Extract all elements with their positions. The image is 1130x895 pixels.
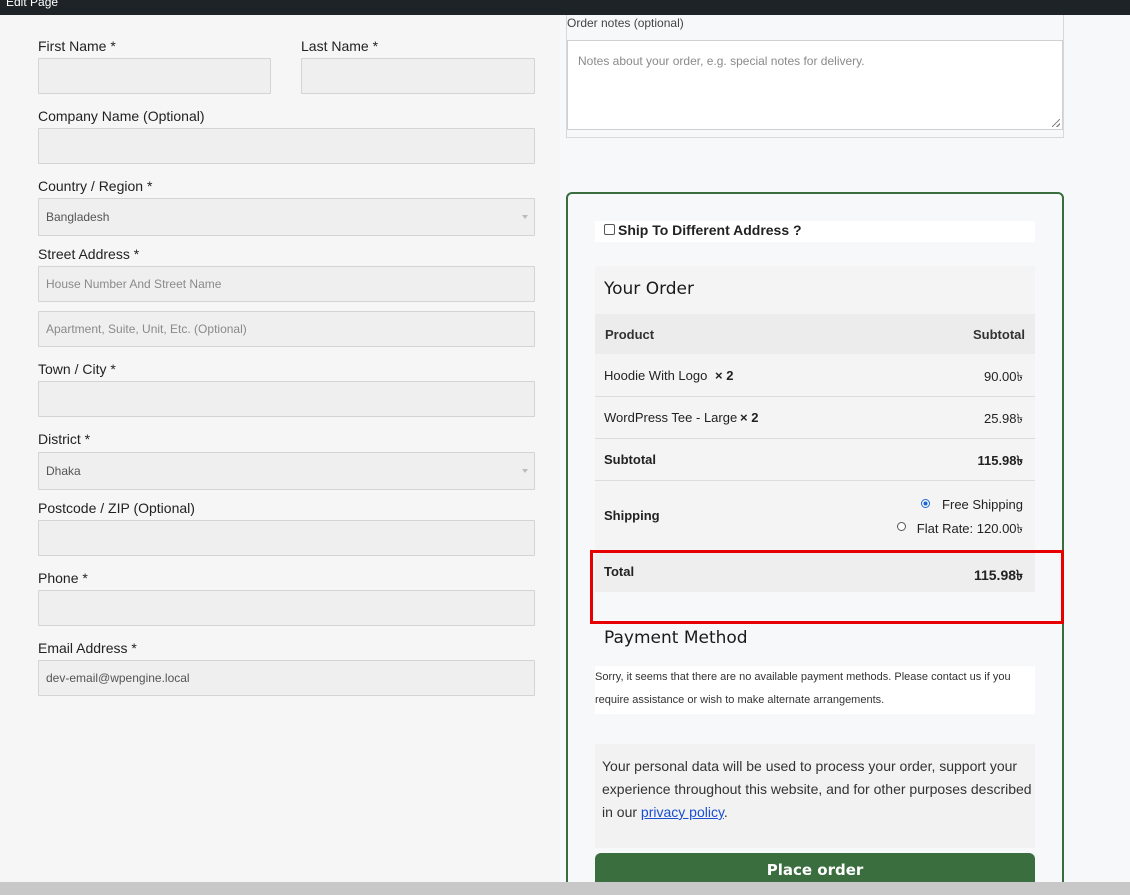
privacy-notice: Your personal data will be used to proce… [595,744,1035,848]
order-notes-textarea[interactable]: Notes about your order, e.g. special not… [567,40,1063,130]
order-item-qty: × 2 [740,410,759,425]
edit-page-link[interactable]: Edit Page [6,0,58,9]
street-label: Street Address * [38,246,140,262]
subtotal-label: Subtotal [604,452,656,467]
shipping-label: Shipping [604,508,660,523]
postcode-label: Postcode / ZIP (Optional) [38,500,195,516]
row-divider [595,438,1035,439]
company-field[interactable] [38,128,535,164]
highlight-box [590,550,1064,624]
first-name-field[interactable] [38,58,271,94]
order-item-name: Hoodie With Logo [604,368,708,383]
country-value: Bangladesh [46,210,110,224]
free-shipping-label[interactable]: Free Shipping [903,497,1023,512]
email-label: Email Address * [38,640,137,656]
email-field[interactable]: dev-email@wpengine.local [38,660,535,696]
payment-method-title: Payment Method [604,628,748,648]
ship-different-label: Ship To Different Address ? [618,222,802,238]
row-divider [595,396,1035,397]
privacy-policy-link[interactable]: privacy policy [641,804,724,820]
horizontal-scrollbar[interactable] [0,882,1130,895]
apartment-placeholder: Apartment, Suite, Unit, Etc. (Optional) [46,322,247,336]
town-label: Town / City * [38,361,116,377]
privacy-text: Your personal data will be used to proce… [602,758,1032,820]
ship-different-checkbox[interactable] [604,224,615,235]
district-value: Dhaka [46,464,81,478]
ship-different-address[interactable]: Ship To Different Address ? [595,221,1035,242]
first-name-label: First Name * [38,38,116,54]
email-value: dev-email@wpengine.local [46,671,190,685]
postcode-field[interactable] [38,520,535,556]
subtotal-value: 115.98৳ [977,453,1023,468]
town-field[interactable] [38,381,535,417]
order-item-qty: × 2 [715,368,734,383]
order-item-price: 25.98৳ [983,411,1023,426]
admin-bar: Edit Page [0,0,1130,15]
resize-handle-icon[interactable] [1052,119,1060,127]
apartment-field[interactable]: Apartment, Suite, Unit, Etc. (Optional) [38,311,535,347]
no-payment-methods-notice: Sorry, it seems that there are no availa… [595,666,1035,714]
last-name-field[interactable] [301,58,535,94]
order-notes-placeholder: Notes about your order, e.g. special not… [578,54,865,68]
country-select[interactable]: Bangladesh [38,198,535,236]
row-divider [595,480,1035,481]
order-item-price: 90.00৳ [983,369,1023,384]
district-select[interactable]: Dhaka [38,452,535,490]
chevron-down-icon [522,215,528,219]
order-notes-label: Order notes (optional) [567,16,684,30]
district-label: District * [38,431,91,447]
street-address-field[interactable]: House Number And Street Name [38,266,535,302]
phone-field[interactable] [38,590,535,626]
chevron-down-icon [522,469,528,473]
order-item-name: WordPress Tee - Large [604,410,738,425]
country-label: Country / Region * [38,178,153,194]
product-column-header: Product [605,327,655,342]
company-label: Company Name (Optional) [38,108,205,124]
phone-label: Phone * [38,570,88,586]
flat-rate-label[interactable]: Flat Rate: 120.00৳ [883,520,1023,541]
subtotal-column-header: Subtotal [973,327,1025,342]
last-name-label: Last Name * [301,38,379,54]
street-placeholder: House Number And Street Name [46,277,222,291]
order-title: Your Order [604,279,695,299]
